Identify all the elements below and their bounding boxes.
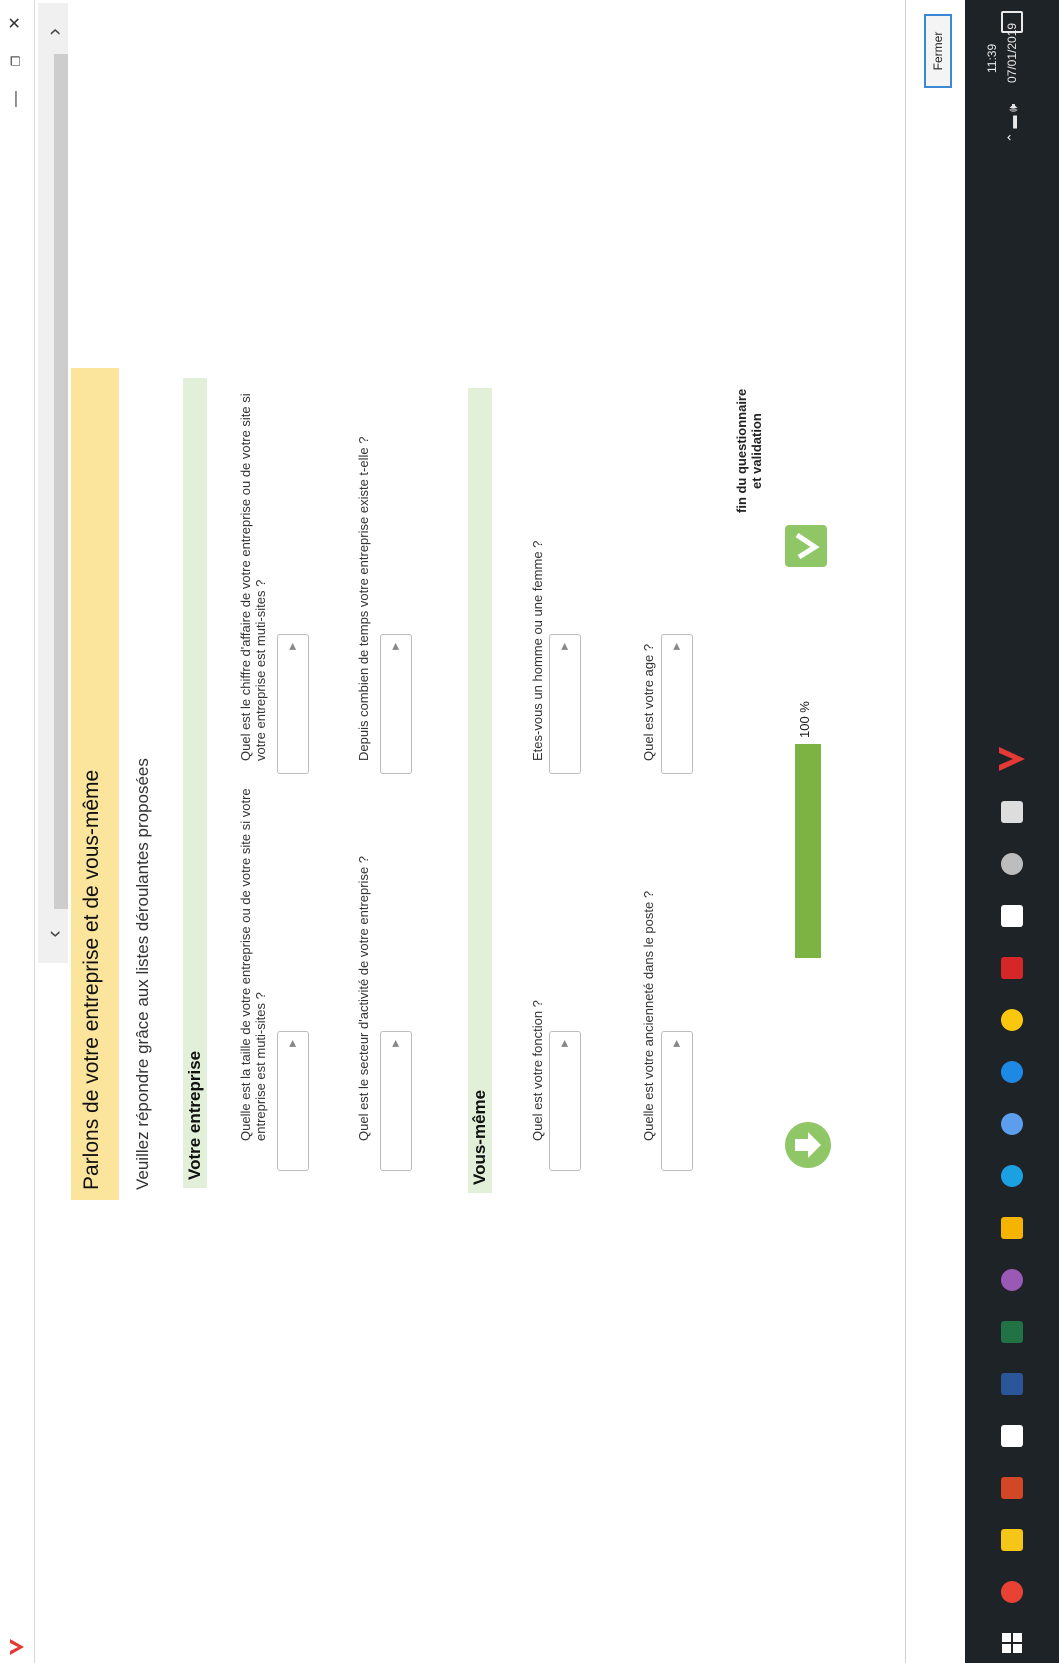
progress-bar [795, 744, 821, 958]
dropbox-icon[interactable] [1001, 1425, 1023, 1447]
horizontal-scrollbar[interactable]: ‹ › [38, 3, 68, 963]
question-label: Depuis combien de temps votre entreprise… [356, 436, 371, 761]
scroll-right-icon[interactable]: › [40, 17, 68, 47]
question-label: Etes-vous un homme ou une femme ? [530, 540, 545, 761]
close-icon[interactable]: ✕ [4, 10, 28, 36]
app-gray-icon[interactable] [1001, 853, 1023, 875]
app-circle-icon[interactable] [1001, 1113, 1023, 1135]
store-icon[interactable] [1001, 1217, 1023, 1239]
app-v-icon[interactable] [997, 745, 1027, 773]
progress-label: 100 % [797, 701, 812, 738]
question-label: Quel est le secteur d'activité de votre … [356, 855, 371, 1141]
rotated-screen: — ❐ ✕ ‹ › Parlons de votre entreprise et… [0, 0, 1059, 1663]
dropdown-arrow-icon: ▶ [671, 643, 681, 650]
validate-button[interactable] [785, 525, 827, 567]
section-vous-meme: Vous-même [468, 388, 492, 1193]
scroll-left-icon[interactable]: ‹ [40, 919, 68, 949]
dropdown-arrow-icon: ▶ [390, 643, 400, 650]
clock-time[interactable]: 11:39 [985, 44, 999, 73]
restore-button[interactable]: ❐ [4, 48, 28, 74]
company-sector-select[interactable]: ▶ [380, 1031, 412, 1171]
section-votre-entreprise: Votre entreprise [183, 378, 207, 1188]
footer-strip [905, 0, 966, 1663]
section-title: Votre entreprise [185, 1050, 204, 1180]
powerpoint-icon[interactable] [1001, 1477, 1023, 1499]
minimize-button[interactable]: — [4, 86, 28, 112]
page-title: Parlons de votre entreprise et de vous-m… [80, 769, 103, 1190]
app-logo-icon [10, 1639, 24, 1655]
question-label: Quel est le chiffre d'affaire de votre e… [238, 393, 268, 761]
edge-icon[interactable] [1001, 1061, 1023, 1083]
section-title: Vous-même [470, 1089, 489, 1185]
question-label: Quelle est votre ancienneté dans le post… [641, 890, 656, 1141]
dropdown-arrow-icon: ▶ [559, 1040, 569, 1047]
question-label: Quelle est la taille de votre entreprise… [238, 788, 268, 1141]
notification-icon[interactable] [1001, 11, 1023, 33]
company-size-select[interactable]: ▶ [277, 1031, 309, 1171]
paint-icon[interactable] [1001, 1269, 1023, 1291]
dropdown-arrow-icon: ▶ [287, 1040, 297, 1047]
gender-select[interactable]: ▶ [549, 634, 581, 774]
check-icon [795, 532, 820, 560]
dropdown-arrow-icon: ▶ [671, 1040, 681, 1047]
file-explorer-icon[interactable] [1001, 1529, 1023, 1551]
scrollbar-thumb[interactable] [54, 54, 68, 909]
company-age-select[interactable]: ▶ [380, 634, 412, 774]
seniority-select[interactable]: ▶ [661, 1031, 693, 1171]
end-label-line2: et validation [749, 413, 764, 489]
page-header-banner: Parlons de votre entreprise et de vous-m… [71, 368, 119, 1200]
word-icon[interactable] [1001, 1373, 1023, 1395]
ie-icon[interactable] [1001, 1165, 1023, 1187]
excel-icon[interactable] [1001, 1321, 1023, 1343]
window-titlebar: — ❐ ✕ [0, 0, 35, 1663]
function-select[interactable]: ▶ [549, 1031, 581, 1171]
company-revenue-select[interactable]: ▶ [277, 634, 309, 774]
fermer-button[interactable]: Fermer [924, 14, 952, 88]
tray-icons[interactable]: ⌃ ▬ 🕪 [1005, 104, 1021, 143]
chrome-icon[interactable] [1001, 1581, 1023, 1603]
taskbar: ⌃ ▬ 🕪 11:39 07/01/2019 [965, 0, 1059, 1663]
norton-icon[interactable] [1001, 1009, 1023, 1031]
dropdown-arrow-icon: ▶ [390, 1040, 400, 1047]
arrow-down-icon [795, 1132, 821, 1158]
page-subtitle: Veuillez répondre grâce aux listes dérou… [133, 758, 152, 1190]
dropdown-arrow-icon: ▶ [559, 643, 569, 650]
acrobat-icon[interactable] [1001, 957, 1023, 979]
calendar-icon[interactable] [1001, 801, 1023, 823]
mail-icon[interactable] [1001, 905, 1023, 927]
windows-start-icon[interactable] [1000, 1631, 1024, 1655]
end-label: fin du questionnaire et validation [734, 353, 764, 513]
question-label: Quel est votre age ? [641, 643, 656, 761]
dropdown-arrow-icon: ▶ [287, 643, 297, 650]
age-select[interactable]: ▶ [661, 634, 693, 774]
question-label: Quel est votre fonction ? [530, 1000, 545, 1141]
end-label-line1: fin du questionnaire [734, 388, 749, 513]
scroll-down-button[interactable] [785, 1122, 831, 1168]
